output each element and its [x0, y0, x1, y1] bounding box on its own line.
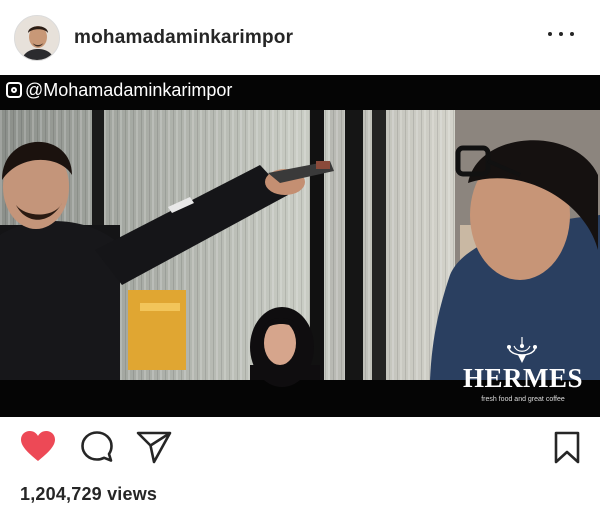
brand-watermark: HERMES fresh food and great coffee — [449, 363, 597, 404]
chandelier-icon — [507, 337, 537, 363]
more-options-icon[interactable] — [548, 24, 574, 44]
share-icon[interactable] — [136, 430, 172, 464]
bookmark-icon[interactable] — [553, 431, 581, 465]
video-overlay-handle: @Mohamadaminkarimpor — [6, 78, 232, 102]
heart-filled-icon[interactable] — [20, 430, 56, 462]
username[interactable]: mohamadaminkarimpor — [74, 27, 293, 49]
avatar[interactable] — [14, 14, 60, 61]
overlay-handle-text: @Mohamadaminkarimpor — [25, 79, 233, 100]
view-count: 1,204,729 views — [20, 484, 158, 504]
instagram-logo-icon — [6, 82, 22, 98]
brand-name: HERMES — [462, 363, 584, 393]
brand-tagline: fresh food and great coffee — [481, 396, 565, 403]
action-bar — [0, 417, 600, 477]
post-header: mohamadaminkarimpor — [0, 0, 600, 75]
post-media[interactable]: @Mohamadaminkarimpor HERMES fresh food a… — [0, 75, 600, 417]
comment-icon[interactable] — [80, 430, 114, 464]
avatar-photo — [15, 15, 59, 60]
